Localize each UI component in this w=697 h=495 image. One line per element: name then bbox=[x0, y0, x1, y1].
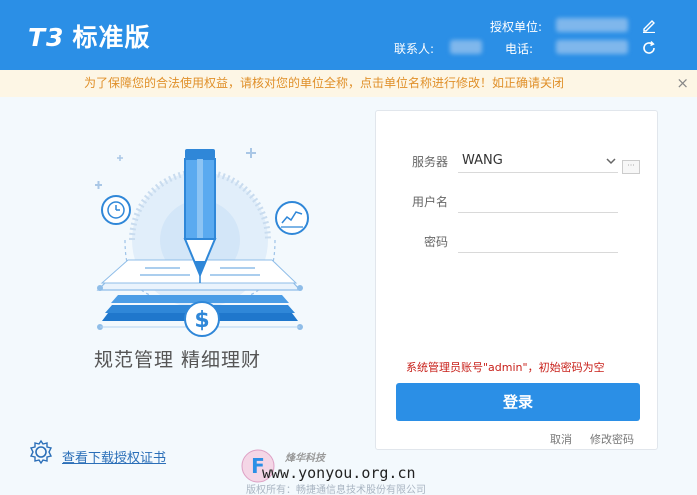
chevron-down-icon[interactable] bbox=[606, 156, 616, 166]
server-select[interactable]: WANG bbox=[458, 149, 618, 173]
admin-hint: 系统管理员账号"admin"，初始密码为空 bbox=[406, 361, 605, 374]
license-unit-value[interactable] bbox=[556, 18, 628, 32]
app-logo: T3 标准版 bbox=[28, 18, 150, 54]
watermark-cn: 烽华科技 bbox=[285, 453, 325, 464]
notice-bar: 为了保障您的合法使用权益，请核对您的单位全称，点击单位名称进行修改！如正确请关闭… bbox=[0, 70, 697, 97]
close-icon[interactable]: × bbox=[676, 70, 689, 97]
server-value: WANG bbox=[462, 153, 503, 168]
license-unit-label: 授权单位: bbox=[490, 20, 543, 34]
copyright-footer: 版权所有：畅捷通信息技术股份有限公司 bbox=[246, 485, 426, 495]
cancel-link[interactable]: 取消 bbox=[550, 431, 572, 447]
slogan-text: 规范管理 精细理财 bbox=[94, 349, 262, 371]
finance-illustration: $ bbox=[95, 148, 309, 337]
login-button[interactable]: 登录 bbox=[396, 383, 640, 421]
gear-icon bbox=[29, 439, 53, 465]
server-more-button[interactable]: ··· bbox=[622, 160, 640, 174]
server-label: 服务器 bbox=[411, 155, 448, 169]
username-input[interactable] bbox=[458, 189, 618, 213]
password-label: 密码 bbox=[423, 235, 448, 249]
product-code: T3 bbox=[28, 23, 65, 52]
notice-text[interactable]: 为了保障您的合法使用权益，请核对您的单位全称，点击单位名称进行修改！如正确请关闭 bbox=[84, 76, 564, 90]
password-input[interactable] bbox=[458, 229, 618, 253]
username-label: 用户名 bbox=[411, 195, 448, 209]
contact-value bbox=[450, 40, 482, 54]
contact-label: 联系人: bbox=[394, 42, 435, 56]
license-cert-link[interactable]: 查看下载授权证书 bbox=[62, 447, 166, 466]
phone-value bbox=[556, 40, 628, 54]
watermark-url: www.yonyou.org.cn bbox=[262, 464, 416, 482]
change-password-link[interactable]: 修改密码 bbox=[590, 431, 634, 447]
header-bar: T3 标准版 授权单位: 联系人: 电话: bbox=[0, 0, 697, 70]
login-panel: 服务器 WANG ··· 用户名 密码 系统管理员账号"admin"，初始密码为… bbox=[375, 110, 658, 450]
pencil-icon[interactable] bbox=[641, 17, 657, 33]
product-name: 标准版 bbox=[72, 23, 151, 52]
phone-label: 电话: bbox=[505, 42, 534, 56]
svg-text:$: $ bbox=[194, 308, 209, 333]
refresh-icon[interactable] bbox=[641, 40, 657, 56]
